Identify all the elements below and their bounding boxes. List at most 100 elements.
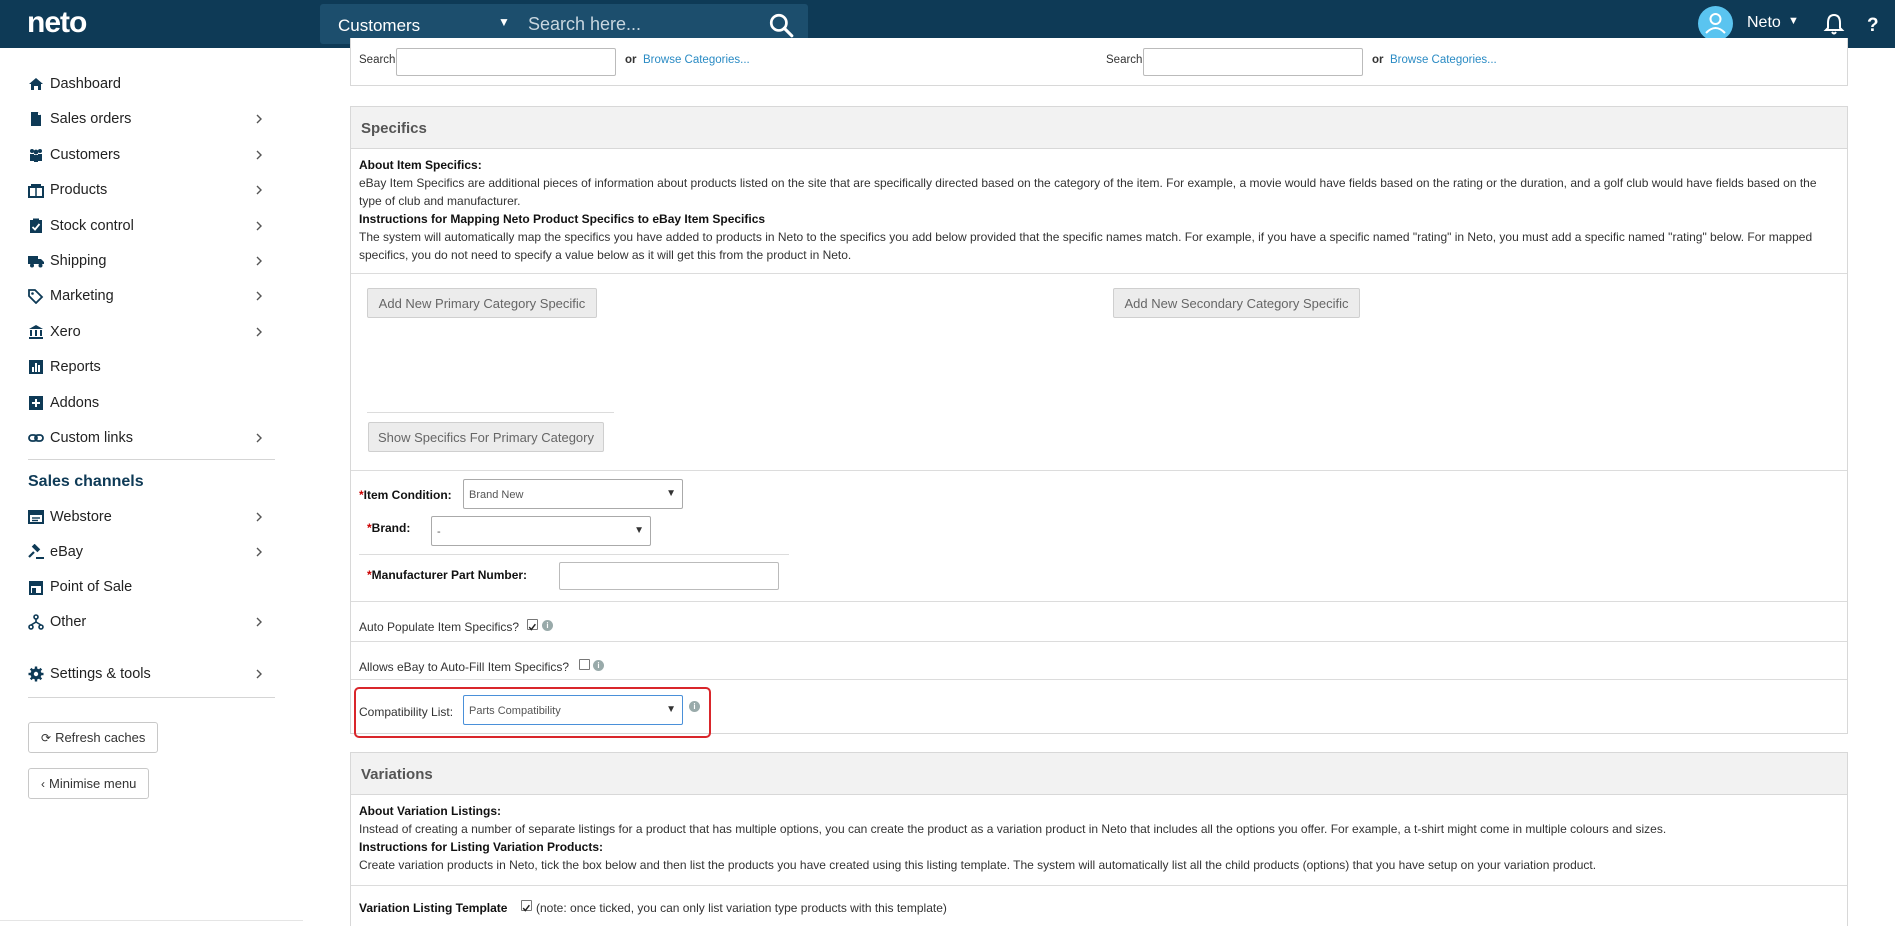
sidebar-item-label: Stock control	[50, 217, 134, 234]
sidebar-item-reports[interactable]: Reports	[28, 355, 273, 379]
about-specifics-heading: About Item Specifics:	[359, 158, 482, 172]
dropdown-arrow-icon: ▼	[666, 704, 676, 715]
about-variations-heading: About Variation Listings:	[359, 804, 502, 818]
bank-icon	[29, 324, 43, 339]
sidebar-item-addons[interactable]: Addons	[28, 391, 273, 415]
divider	[359, 554, 789, 555]
check-icon	[522, 904, 530, 912]
search-icon[interactable]	[768, 12, 794, 38]
tags-icon	[28, 289, 44, 305]
compatibility-list-label: Compatibility List:	[359, 705, 454, 719]
refresh-icon: ⟳	[41, 730, 52, 745]
chevron-down-icon[interactable]: ▼	[498, 15, 510, 29]
chevron-left-icon: ‹	[41, 776, 45, 791]
auto-populate-checkbox[interactable]	[527, 619, 538, 631]
show-primary-specifics-button[interactable]: Show Specifics For Primary Category	[368, 422, 604, 452]
search-input[interactable]	[528, 6, 758, 42]
variations-panel: Variations About Variation Listings: Ins…	[350, 752, 1848, 926]
refresh-caches-button[interactable]: ⟳ Refresh caches	[28, 722, 159, 753]
sidebar-item-dashboard[interactable]: Dashboard	[28, 72, 273, 96]
brand-select[interactable]: - ▼	[431, 516, 651, 546]
compatibility-list-select[interactable]: Parts Compatibility ▼	[463, 695, 683, 725]
sales-channels-heading: Sales channels	[28, 473, 144, 490]
instructions-variations-heading: Instructions for Listing Variation Produ…	[359, 840, 604, 854]
truck-icon	[28, 256, 44, 268]
sidebar-item-products[interactable]: Products	[28, 178, 273, 202]
avatar[interactable]	[1698, 6, 1733, 41]
sidebar-item-custom-links[interactable]: Custom links	[28, 426, 273, 450]
info-icon[interactable]: i	[593, 660, 604, 671]
sidebar-item-settings-tools[interactable]: Settings & tools	[28, 662, 273, 686]
specifics-title: Specifics	[361, 120, 427, 137]
specifics-header: Specifics	[351, 107, 1847, 149]
add-primary-specific-button[interactable]: Add New Primary Category Specific	[367, 288, 597, 318]
minimise-menu-button[interactable]: ‹ Minimise menu	[28, 768, 150, 799]
dropdown-arrow-icon: ▼	[634, 525, 644, 536]
about-variations-text: Instead of creating a number of separate…	[359, 822, 1667, 836]
bell-icon[interactable]	[1823, 12, 1845, 36]
allow-autofill-label: Allows eBay to Auto-Fill Item Specifics?	[359, 660, 570, 674]
sidebar-item-label: Point of Sale	[50, 579, 133, 595]
sidebar-item-customers[interactable]: Customers	[28, 143, 273, 167]
sidebar-item-ebay[interactable]: eBay	[28, 540, 273, 564]
variation-template-label: Variation Listing Template	[359, 901, 508, 915]
sidebar-item-sales-orders[interactable]: Sales orders	[28, 107, 273, 131]
instructions-variations-text: Create variation products in Neto, tick …	[359, 858, 1597, 872]
sidebar-item-label: Shipping	[50, 253, 107, 269]
link-icon	[28, 434, 44, 442]
divider	[351, 273, 1847, 274]
secondary-category-search-input[interactable]	[1143, 48, 1363, 76]
sidebar-item-label: Custom links	[50, 430, 133, 446]
sidebar-item-shipping[interactable]: Shipping	[28, 249, 273, 273]
add-secondary-specific-button[interactable]: Add New Secondary Category Specific	[1113, 288, 1360, 318]
sidebar-item-label: Customers	[50, 146, 121, 163]
info-icon[interactable]: i	[689, 701, 700, 712]
divider	[351, 641, 1847, 642]
sidebar-item-other[interactable]: Other	[28, 610, 273, 634]
neto-logo[interactable]: neto	[27, 6, 87, 40]
specifics-about: About Item Specifics: eBay Item Specific…	[359, 156, 1839, 264]
sidebar-item-marketing[interactable]: Marketing	[28, 284, 273, 308]
sidebar-item-label: Reports	[50, 359, 101, 376]
primary-category-search-input[interactable]	[396, 48, 616, 76]
item-condition-value: Brand New	[469, 489, 524, 501]
chevron-right-icon	[256, 185, 262, 195]
sidebar-item-stock-control[interactable]: Stock control	[28, 214, 273, 238]
sidebar: Dashboard Sales orders Customers Products St…	[0, 48, 303, 926]
sidebar-item-point-of-sale[interactable]: Point of Sale	[28, 575, 273, 599]
chevron-right-icon	[256, 221, 262, 231]
divider	[351, 679, 1847, 680]
store-icon	[29, 581, 43, 595]
sitemap-icon	[28, 614, 44, 630]
item-condition-select[interactable]: Brand New ▼	[463, 479, 683, 509]
mpn-input[interactable]	[559, 562, 779, 590]
chevron-right-icon	[256, 150, 262, 160]
sidebar-item-webstore[interactable]: Webstore	[28, 505, 273, 529]
sidebar-item-label: Xero	[50, 323, 81, 340]
divider	[351, 470, 1847, 471]
user-icon	[1705, 13, 1726, 34]
main-content: Search or Browse Categories... Search or…	[303, 38, 1895, 926]
sidebar-item-label: Settings & tools	[50, 666, 151, 682]
sidebar-divider	[28, 697, 275, 698]
window-icon	[28, 510, 44, 524]
sidebar-item-xero[interactable]: Xero	[28, 320, 273, 344]
primary-browse-categories-link[interactable]: Browse Categories...	[643, 54, 750, 66]
primary-search-label: Search	[359, 54, 396, 66]
search-category-select[interactable]: Customers	[338, 16, 420, 36]
info-icon[interactable]: i	[542, 620, 553, 631]
home-icon	[29, 78, 43, 90]
about-specifics-text: eBay Item Specifics are additional piece…	[359, 176, 1817, 208]
variation-template-checkbox[interactable]	[521, 900, 532, 912]
user-menu-label[interactable]: Neto	[1747, 14, 1781, 32]
chevron-down-icon[interactable]: ▼	[1788, 15, 1799, 27]
users-icon	[30, 148, 42, 162]
allow-autofill-checkbox[interactable]	[579, 659, 590, 670]
chevron-right-icon	[256, 114, 262, 124]
or-label: or	[1372, 54, 1384, 66]
check-icon	[528, 623, 536, 631]
variations-title: Variations	[361, 766, 433, 783]
help-icon[interactable]: ?	[1862, 12, 1884, 36]
instructions-specifics-heading: Instructions for Mapping Neto Product Sp…	[359, 212, 766, 226]
secondary-browse-categories-link[interactable]: Browse Categories...	[1390, 54, 1497, 66]
